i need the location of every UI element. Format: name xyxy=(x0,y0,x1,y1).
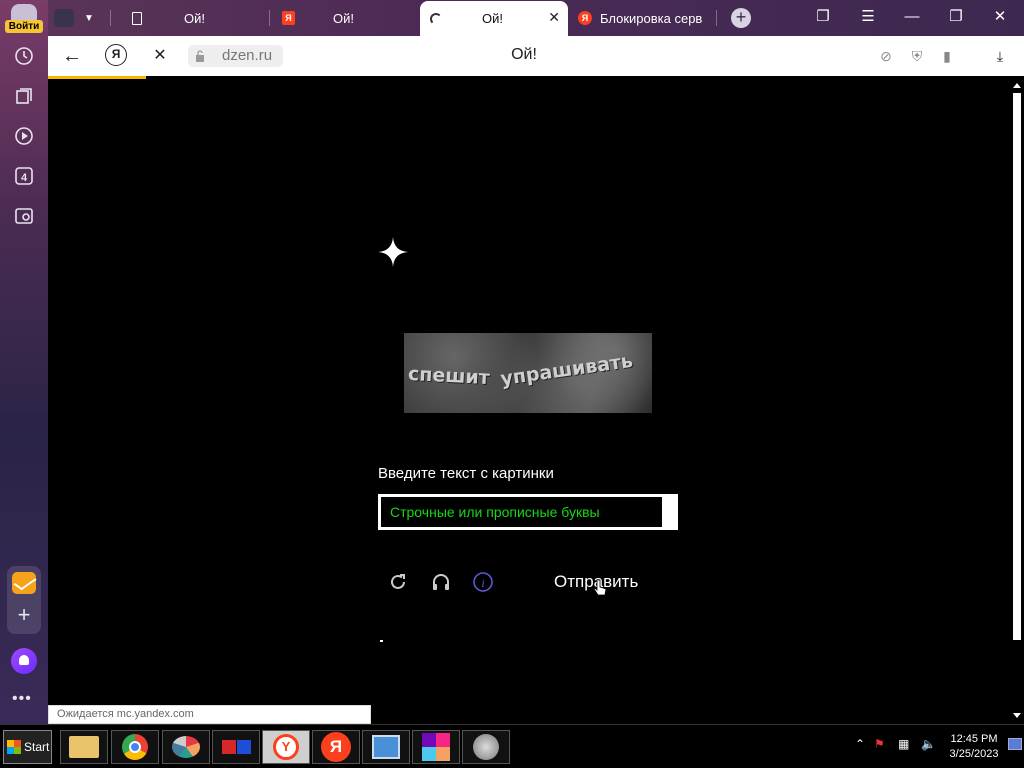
alice-assistant-icon[interactable] xyxy=(11,648,37,674)
paint-icon[interactable] xyxy=(162,730,210,764)
tab-3-label: Ой! xyxy=(482,11,503,26)
network-icon[interactable]: ▦ xyxy=(898,737,909,751)
scroll-up-arrow-icon[interactable] xyxy=(1013,83,1021,88)
file-manager-icon[interactable] xyxy=(60,730,108,764)
captcha-input-wrapper xyxy=(378,494,678,530)
sparkle-icon xyxy=(378,237,408,267)
new-tab-button[interactable]: + xyxy=(731,8,751,28)
chrome-icon[interactable] xyxy=(111,730,159,764)
tabs-count-value: 4 xyxy=(21,172,28,184)
captcha-image: спешит упрашивать xyxy=(404,333,652,413)
tab-separator xyxy=(110,10,111,26)
action-center-flag-icon[interactable]: ⚑ xyxy=(874,737,885,751)
chevron-down-icon[interactable]: ▼ xyxy=(84,13,94,24)
captcha-text-1: спешит xyxy=(407,362,491,390)
captcha-input-frame xyxy=(381,497,662,527)
tab-1[interactable]: Ой! xyxy=(132,4,272,32)
captcha-text-2: упрашивать xyxy=(499,349,635,391)
tab-3-active[interactable]: Ой! ✕ xyxy=(420,1,568,36)
captcha-prompt: Введите текст с картинки xyxy=(378,465,554,482)
video-icon[interactable] xyxy=(12,124,36,148)
tab-bar: ▼ Ой! Я Ой! Ой! ✕ Я Блокировка серв + ❐ … xyxy=(48,0,1024,36)
restore-button[interactable]: ❐ xyxy=(947,8,965,26)
tab-1-label: Ой! xyxy=(184,10,205,26)
refresh-icon[interactable] xyxy=(387,571,409,593)
tab-2-label: Ой! xyxy=(333,10,354,26)
show-desktop-icon[interactable] xyxy=(1008,735,1022,755)
windows-logo-icon xyxy=(7,740,21,754)
vertical-scrollbar[interactable] xyxy=(1010,79,1024,724)
tab-2[interactable]: Я Ой! xyxy=(282,4,412,32)
close-window-button[interactable]: ✕ xyxy=(991,8,1009,26)
colors-app-icon[interactable] xyxy=(412,730,460,764)
control-panel-icon[interactable] xyxy=(362,730,410,764)
captcha-answer-input[interactable] xyxy=(390,504,661,520)
clock-date: 3/25/2023 xyxy=(949,748,999,760)
status-bar: Ожидается mc.yandex.com xyxy=(48,705,371,724)
scroll-thumb[interactable] xyxy=(1013,93,1021,640)
loading-spinner-icon xyxy=(430,12,442,25)
screen: Войти 4 + ••• ▼ Ой! Я Ой! Ой! ✕ Я Блокир… xyxy=(0,0,1024,768)
yandex-icon[interactable]: Я xyxy=(312,730,360,764)
login-button[interactable]: Войти xyxy=(5,20,43,33)
user-avatar[interactable] xyxy=(11,4,37,20)
download-icon[interactable]: ⤓ xyxy=(991,47,1009,65)
browser-sidebar: Войти 4 + ••• xyxy=(0,0,48,724)
more-options-icon[interactable]: ••• xyxy=(12,690,36,707)
tray-expand-icon[interactable]: ⌃ xyxy=(855,737,865,751)
tab-4[interactable]: Я Блокировка серв xyxy=(578,4,718,32)
taskbar: Start Y Я ⌃ ⚑ ▦ 🔈 12:45 PM 3/25/2023 xyxy=(0,724,1024,768)
tab-separator xyxy=(269,10,270,26)
camera-off-icon[interactable]: ⊘ xyxy=(877,47,895,65)
yandex-document-icon: Я xyxy=(282,11,295,25)
tab-4-label: Блокировка серв xyxy=(600,10,703,26)
minimize-button[interactable]: — xyxy=(903,8,921,26)
clock-time: 12:45 PM xyxy=(950,733,998,745)
address-bar: ← Я ✕ dzen.ru Ой! ⊘ ⛨ ▮ ⤓ xyxy=(48,36,1024,76)
yandex-browser-icon[interactable]: Y xyxy=(262,730,310,764)
headphones-icon[interactable] xyxy=(430,571,452,593)
volume-muted-icon[interactable]: 🔈 xyxy=(921,737,936,751)
tab-manager-icon[interactable]: ❐ xyxy=(814,8,832,26)
svg-text:i: i xyxy=(481,576,484,590)
screenshot-icon[interactable] xyxy=(12,204,36,228)
protect-icon[interactable]: ⛨ xyxy=(908,47,926,65)
info-icon[interactable]: i xyxy=(472,571,494,593)
scroll-down-arrow-icon[interactable] xyxy=(1013,713,1021,718)
page-title: Ой! xyxy=(511,46,537,63)
mail-icon[interactable] xyxy=(12,572,36,594)
speaker-app-icon[interactable] xyxy=(462,730,510,764)
yandex-icon: Я xyxy=(578,11,592,25)
collections-icon[interactable] xyxy=(12,84,36,108)
sidebar-pinned-group: + xyxy=(7,566,41,634)
tab-group-button[interactable]: ▼ xyxy=(52,4,96,32)
menu-icon[interactable]: ☰ xyxy=(859,8,877,26)
add-pinned-icon[interactable]: + xyxy=(15,604,33,626)
start-button[interactable]: Start xyxy=(3,730,52,764)
start-label: Start xyxy=(24,740,50,754)
dot-marker xyxy=(380,640,383,642)
game-icon[interactable] xyxy=(212,730,260,764)
hand-cursor-icon xyxy=(593,579,607,596)
system-clock[interactable]: 12:45 PM 3/25/2023 xyxy=(946,732,1002,762)
document-icon xyxy=(132,11,142,25)
tab-separator xyxy=(716,10,717,26)
bookmark-icon[interactable]: ▮ xyxy=(938,47,956,65)
page-content: спешит упрашивать Введите текст с картин… xyxy=(48,79,1010,724)
close-tab-icon[interactable]: ✕ xyxy=(548,9,560,26)
tabs-count-icon[interactable]: 4 xyxy=(12,164,36,188)
